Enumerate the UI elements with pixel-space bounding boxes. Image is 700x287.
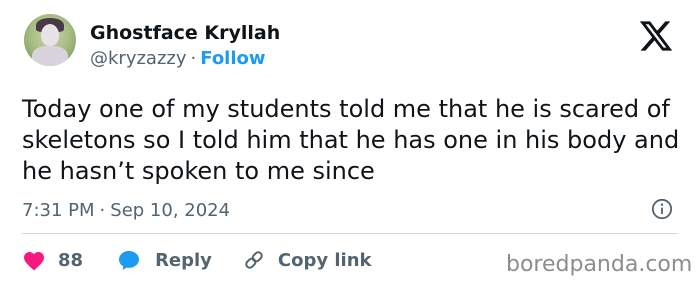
handle-separator: · xyxy=(190,48,197,69)
tweet-time: 7:31 PM xyxy=(22,200,95,221)
x-logo-icon[interactable] xyxy=(637,18,675,54)
follow-button[interactable]: Follow xyxy=(200,48,265,69)
reply-bubble-icon xyxy=(119,251,140,270)
info-icon[interactable] xyxy=(651,198,673,220)
tweet-date: Sep 10, 2024 xyxy=(110,200,231,221)
link-icon xyxy=(245,251,263,269)
avatar-face xyxy=(41,24,59,46)
copy-link-label: Copy link xyxy=(277,249,372,271)
timestamp-separator: · xyxy=(99,200,106,221)
avatar-body xyxy=(32,46,68,66)
tweet-timestamp[interactable]: 7:31 PM · Sep 10, 2024 xyxy=(22,200,230,221)
avatar[interactable] xyxy=(24,14,76,66)
heart-icon xyxy=(24,252,44,271)
reply-label: Reply xyxy=(155,249,212,271)
like-count: 88 xyxy=(58,249,84,271)
reply-button[interactable]: Reply xyxy=(117,249,212,271)
watermark: boredpanda.com xyxy=(506,252,693,277)
divider xyxy=(22,233,678,234)
author-handle-line: @kryzazzy · Follow xyxy=(90,48,266,69)
like-button[interactable]: 88 xyxy=(22,249,83,271)
author-name[interactable]: Ghostface Kryllah xyxy=(90,22,280,44)
tweet-text: Today one of my students told me that he… xyxy=(22,95,680,185)
copy-link-button[interactable]: Copy link xyxy=(242,248,372,272)
tweet-actions: 88 Reply Copy link xyxy=(22,246,372,274)
author-handle[interactable]: @kryzazzy xyxy=(90,48,187,69)
